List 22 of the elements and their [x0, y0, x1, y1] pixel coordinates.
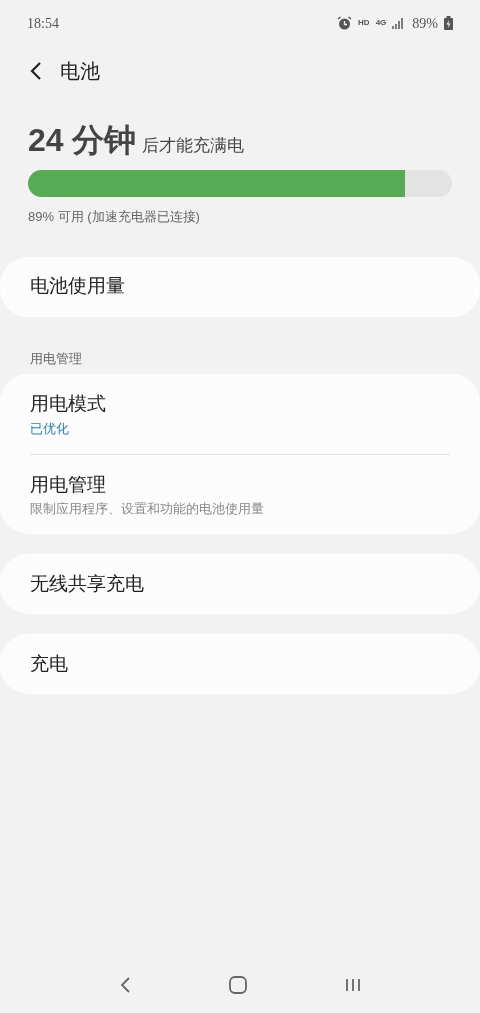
battery-percent: 89% — [412, 14, 438, 33]
signal-icon — [392, 17, 405, 29]
clock: 18:54 — [27, 14, 59, 33]
setting-title[interactable]: 充电 — [30, 649, 450, 679]
home-icon[interactable] — [228, 975, 248, 995]
setting-title[interactable]: 用电管理 — [30, 470, 450, 499]
charge-label: 后才能充满电 — [142, 137, 245, 156]
battery-charging-icon — [444, 16, 453, 30]
setting-title[interactable]: 电池使用量 — [30, 272, 450, 301]
setting-status: 已优化 — [30, 419, 70, 438]
setting-title[interactable]: 无线共享充电 — [30, 569, 450, 599]
page-title: 电池 — [60, 59, 100, 84]
charge-status: 89% 可用 (加速充电器已连接) — [28, 208, 201, 226]
network-label: 4G — [375, 19, 387, 27]
recent-apps-icon[interactable] — [344, 976, 362, 994]
alarm-icon — [337, 15, 353, 31]
setting-description: 限制应用程序、设置和功能的电池使用量 — [30, 500, 265, 518]
section-header: 用电管理 — [29, 349, 83, 368]
charge-time: 24 分钟 — [28, 124, 137, 156]
back-icon[interactable] — [28, 61, 44, 81]
network-label: HD — [358, 19, 370, 27]
setting-title[interactable]: 用电模式 — [30, 390, 450, 419]
